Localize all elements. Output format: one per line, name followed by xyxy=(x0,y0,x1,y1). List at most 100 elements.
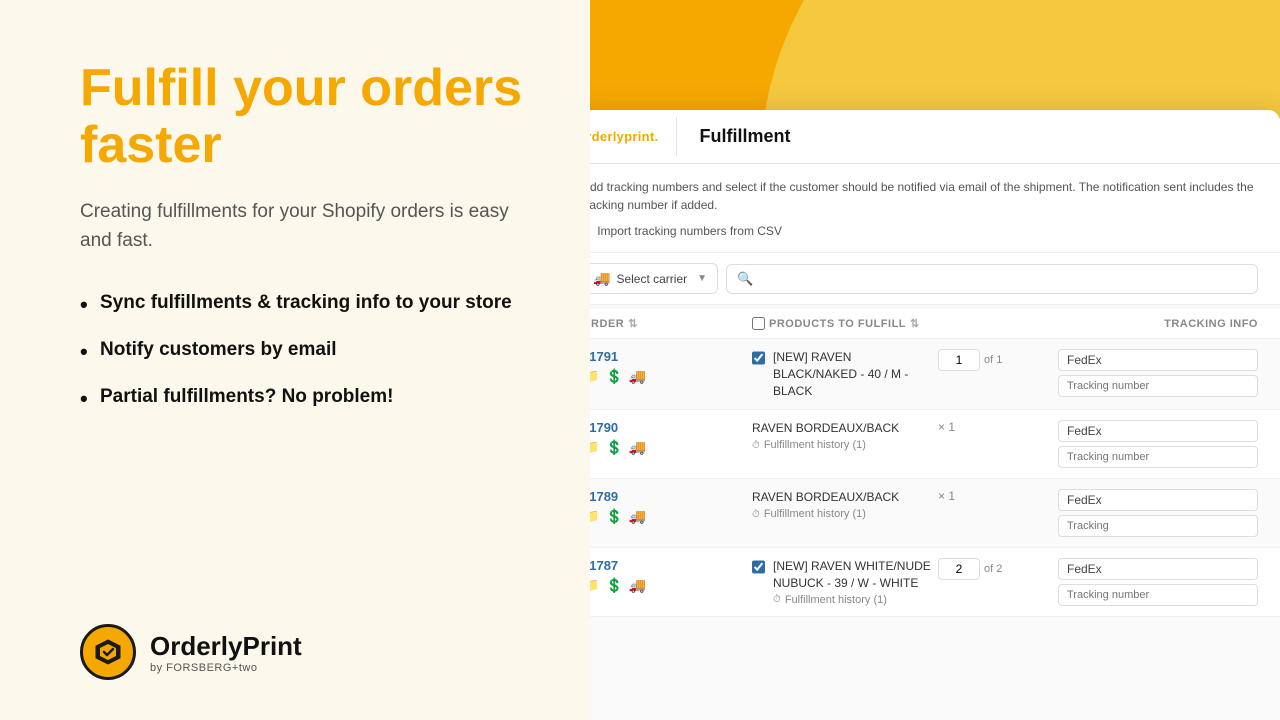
features-list: Sync fulfillments & tracking info to you… xyxy=(80,291,535,409)
qty-of-label-1787: of 2 xyxy=(984,563,1002,575)
truck-icon-action[interactable]: 🚚 xyxy=(629,368,646,385)
tracking-info-bar: Add tracking numbers and select if the c… xyxy=(590,164,1280,253)
sort-icon-products[interactable]: ⇅ xyxy=(910,317,920,330)
dollar-icon[interactable]: 💲 xyxy=(605,577,622,594)
order-id-1787[interactable]: #1787 xyxy=(590,558,752,573)
hero-content: Fulfill your orders faster Creating fulf… xyxy=(80,60,535,439)
tracking-cell-1791: FedEx xyxy=(1058,349,1258,397)
search-input[interactable] xyxy=(759,272,1247,286)
carrier-badge-1787: FedEx xyxy=(1058,558,1258,580)
product-name-1791: [NEW] RAVEN BLACK/NAKED - 40 / M - BLACK xyxy=(773,349,938,399)
app-logo-text: orderly xyxy=(590,129,624,144)
product-cell-1787: [NEW] RAVEN WHITE/NUDE NUBUCK - 39 / W -… xyxy=(752,558,938,606)
carrier-badge-1791: FedEx xyxy=(1058,349,1258,371)
orders-table: ORDER ⇅ PRODUCTS TO FULFILL ⇅ TRACKING I… xyxy=(590,309,1280,617)
brand-text: OrderlyPrint by FORSBERG+two xyxy=(150,631,302,674)
product-name-1787: [NEW] RAVEN WHITE/NUDE NUBUCK - 39 / W -… xyxy=(773,558,938,592)
hero-subtitle: Creating fulfillments for your Shopify o… xyxy=(80,198,535,255)
column-header-tracking: TRACKING INFO xyxy=(1058,318,1258,330)
dollar-icon[interactable]: 💲 xyxy=(605,368,622,385)
order-id-1791[interactable]: #1791 xyxy=(590,349,752,364)
qty-cell-1790: × 1 xyxy=(938,420,1058,434)
table-row: #1787 📁 💲 🚚 [NEW] RAVEN WHITE/NUDE NUBUC… xyxy=(590,548,1280,617)
tracking-cell-1787: FedEx xyxy=(1058,558,1258,606)
truck-icon-action[interactable]: 🚚 xyxy=(629,508,646,525)
column-header-order: ORDER ⇅ xyxy=(590,317,752,330)
truck-icon: 🚚 xyxy=(593,270,610,287)
folder-icon[interactable]: 📁 xyxy=(590,577,599,594)
tracking-input-1787[interactable] xyxy=(1058,584,1258,606)
dollar-icon[interactable]: 💲 xyxy=(605,439,622,456)
brand-sub: by FORSBERG+two xyxy=(150,662,302,674)
brand-footer: OrderlyPrint by FORSBERG+two xyxy=(80,624,535,680)
qty-input-1791[interactable] xyxy=(938,349,980,371)
brand-logo-icon xyxy=(80,624,136,680)
truck-icon-action[interactable]: 🚚 xyxy=(629,577,646,594)
import-csv-link[interactable]: Import tracking numbers from CSV xyxy=(590,222,1258,240)
qty-multiplier-1789: × 1 xyxy=(938,489,955,503)
order-id-cell: #1790 📁 💲 🚚 xyxy=(590,420,752,456)
feature-item-3: Partial fulfillments? No problem! xyxy=(80,385,535,410)
qty-of-label-1791: of 1 xyxy=(984,354,1002,366)
fulfillment-history-1787[interactable]: Fulfillment history (1) xyxy=(773,594,938,606)
carrier-select-dropdown[interactable]: 🚚 Select carrier ▼ xyxy=(590,263,718,294)
qty-cell-1787: of 2 xyxy=(938,558,1058,580)
order-actions-1791: 📁 💲 🚚 xyxy=(590,368,752,385)
sort-icon-order[interactable]: ⇅ xyxy=(628,317,638,330)
tracking-cell-1789: FedEx xyxy=(1058,489,1258,537)
table-row: #1791 📁 💲 🚚 [NEW] RAVEN BLACK/NAKED - 40… xyxy=(590,339,1280,410)
product-cell-1791: [NEW] RAVEN BLACK/NAKED - 40 / M - BLACK xyxy=(752,349,938,399)
tracking-input-1790[interactable] xyxy=(1058,446,1258,468)
left-panel: Fulfill your orders faster Creating fulf… xyxy=(0,0,590,720)
product-checkbox-1787[interactable] xyxy=(752,560,765,574)
qty-cell-1791: of 1 xyxy=(938,349,1058,371)
app-topbar: orderlyprint. Fulfillment xyxy=(590,110,1280,164)
fulfillment-history-1790[interactable]: Fulfillment history (1) xyxy=(752,439,938,451)
app-logo-text2: print. xyxy=(624,129,658,144)
app-window: orderlyprint. Fulfillment Add tracking n… xyxy=(590,110,1280,720)
app-logo: orderlyprint. xyxy=(590,117,677,156)
carrier-badge-1790: FedEx xyxy=(1058,420,1258,442)
product-cell-1789: RAVEN BORDEAUX/BACK Fulfillment history … xyxy=(752,489,938,520)
truck-icon-action[interactable]: 🚚 xyxy=(629,439,646,456)
order-id-cell: #1789 📁 💲 🚚 xyxy=(590,489,752,525)
order-actions-1787: 📁 💲 🚚 xyxy=(590,577,752,594)
order-actions-1790: 📁 💲 🚚 xyxy=(590,439,752,456)
table-row: #1789 📁 💲 🚚 RAVEN BORDEAUX/BACK Fulfillm… xyxy=(590,479,1280,548)
fulfillment-history-1789[interactable]: Fulfillment history (1) xyxy=(752,508,938,520)
app-title: Fulfillment xyxy=(677,110,812,163)
product-name-1789: RAVEN BORDEAUX/BACK xyxy=(752,489,938,506)
order-actions-1789: 📁 💲 🚚 xyxy=(590,508,752,525)
carrier-select-label: Select carrier xyxy=(616,272,687,286)
chevron-down-icon: ▼ xyxy=(697,273,707,284)
dollar-icon[interactable]: 💲 xyxy=(605,508,622,525)
table-header: ORDER ⇅ PRODUCTS TO FULFILL ⇅ TRACKING I… xyxy=(590,309,1280,339)
order-id-cell: #1787 📁 💲 🚚 xyxy=(590,558,752,594)
feature-item-1: Sync fulfillments & tracking info to you… xyxy=(80,291,535,316)
folder-icon[interactable]: 📁 xyxy=(590,368,599,385)
tracking-description: Add tracking numbers and select if the c… xyxy=(590,178,1258,214)
folder-icon[interactable]: 📁 xyxy=(590,439,599,456)
order-id-1789[interactable]: #1789 xyxy=(590,489,752,504)
app-body[interactable]: Add tracking numbers and select if the c… xyxy=(590,164,1280,720)
order-id-1790[interactable]: #1790 xyxy=(590,420,752,435)
product-checkbox-1791[interactable] xyxy=(752,351,765,365)
order-id-cell: #1791 📁 💲 🚚 xyxy=(590,349,752,385)
carrier-badge-1789: FedEx xyxy=(1058,489,1258,511)
tracking-input-1791[interactable] xyxy=(1058,375,1258,397)
search-icon: 🔍 xyxy=(737,271,753,287)
product-cell-1790: RAVEN BORDEAUX/BACK Fulfillment history … xyxy=(752,420,938,451)
folder-icon[interactable]: 📁 xyxy=(590,508,599,525)
tracking-cell-1790: FedEx xyxy=(1058,420,1258,468)
column-header-products: PRODUCTS TO FULFILL ⇅ xyxy=(752,317,938,330)
hero-title: Fulfill your orders faster xyxy=(80,60,535,174)
tracking-input-1789[interactable] xyxy=(1058,515,1258,537)
feature-item-2: Notify customers by email xyxy=(80,338,535,363)
qty-input-1787[interactable] xyxy=(938,558,980,580)
brand-name: OrderlyPrint xyxy=(150,631,302,662)
search-bar: 🔍 xyxy=(726,264,1258,294)
qty-cell-1789: × 1 xyxy=(938,489,1058,503)
qty-multiplier-1790: × 1 xyxy=(938,420,955,434)
product-name-1790: RAVEN BORDEAUX/BACK xyxy=(752,420,938,437)
select-all-checkbox[interactable] xyxy=(752,317,765,330)
